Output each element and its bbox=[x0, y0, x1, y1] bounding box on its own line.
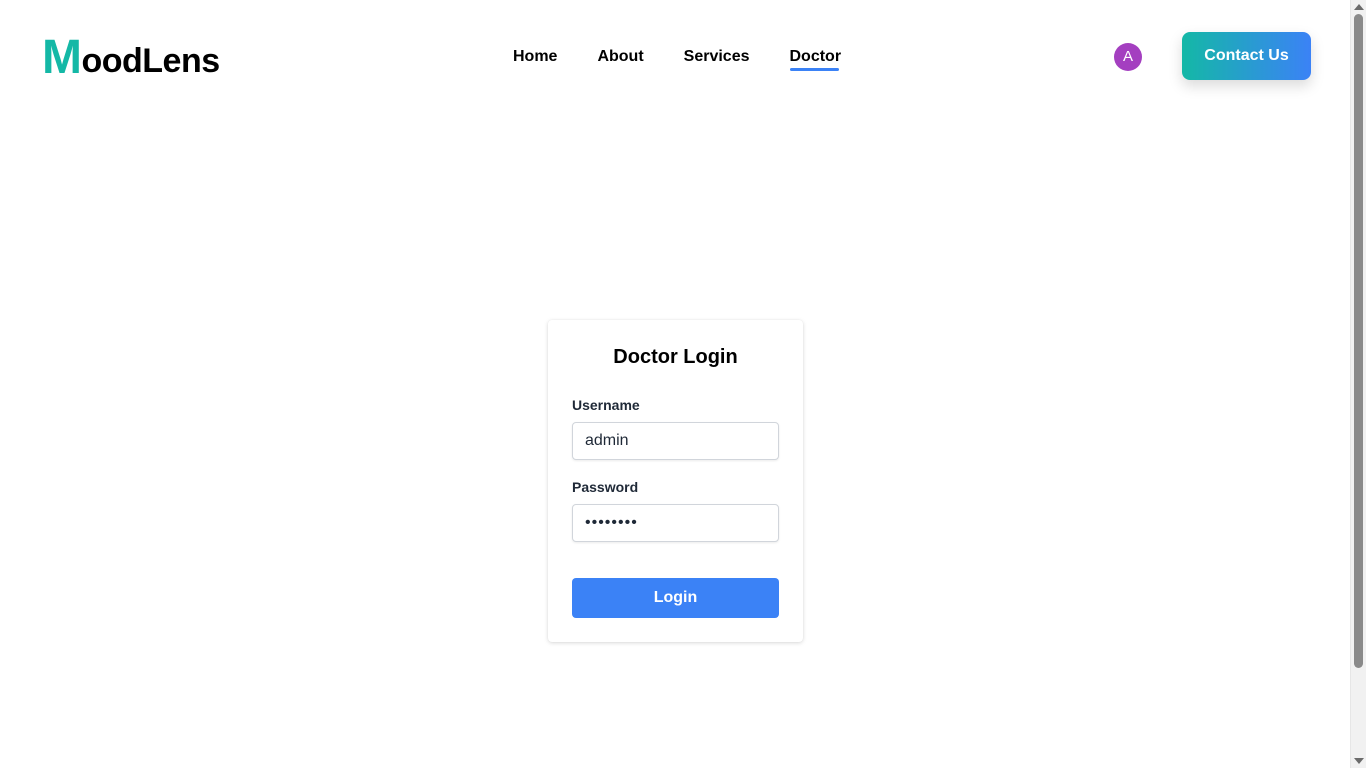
logo[interactable]: M oodLens bbox=[42, 31, 220, 84]
password-label: Password bbox=[572, 479, 639, 495]
active-nav-indicator bbox=[789, 68, 840, 71]
logo-text: oodLens bbox=[81, 42, 220, 80]
page: M oodLens Home About Services Doctor A C… bbox=[0, 0, 1350, 768]
nav-doctor-label: Doctor bbox=[789, 48, 842, 65]
nav-about[interactable]: About bbox=[597, 46, 643, 68]
login-title: Doctor Login bbox=[613, 346, 738, 368]
password-field[interactable] bbox=[572, 504, 779, 542]
nav-services[interactable]: Services bbox=[684, 46, 750, 68]
login-button[interactable]: Login bbox=[572, 578, 779, 618]
scroll-thumb[interactable] bbox=[1354, 14, 1363, 668]
contact-us-button[interactable]: Contact Us bbox=[1182, 32, 1311, 80]
username-field[interactable] bbox=[572, 422, 779, 460]
scroll-down-arrow-icon[interactable] bbox=[1354, 758, 1364, 764]
nav-home[interactable]: Home bbox=[513, 46, 557, 68]
vertical-scrollbar[interactable] bbox=[1350, 0, 1366, 768]
nav-doctor[interactable]: Doctor bbox=[789, 46, 842, 71]
logo-initial: M bbox=[42, 31, 82, 84]
main-nav: Home About Services Doctor bbox=[513, 46, 842, 71]
login-card: Doctor Login Username Password Login bbox=[548, 320, 803, 642]
avatar[interactable]: A bbox=[1114, 43, 1142, 71]
username-label: Username bbox=[572, 397, 640, 413]
scroll-up-arrow-icon[interactable] bbox=[1354, 4, 1364, 10]
